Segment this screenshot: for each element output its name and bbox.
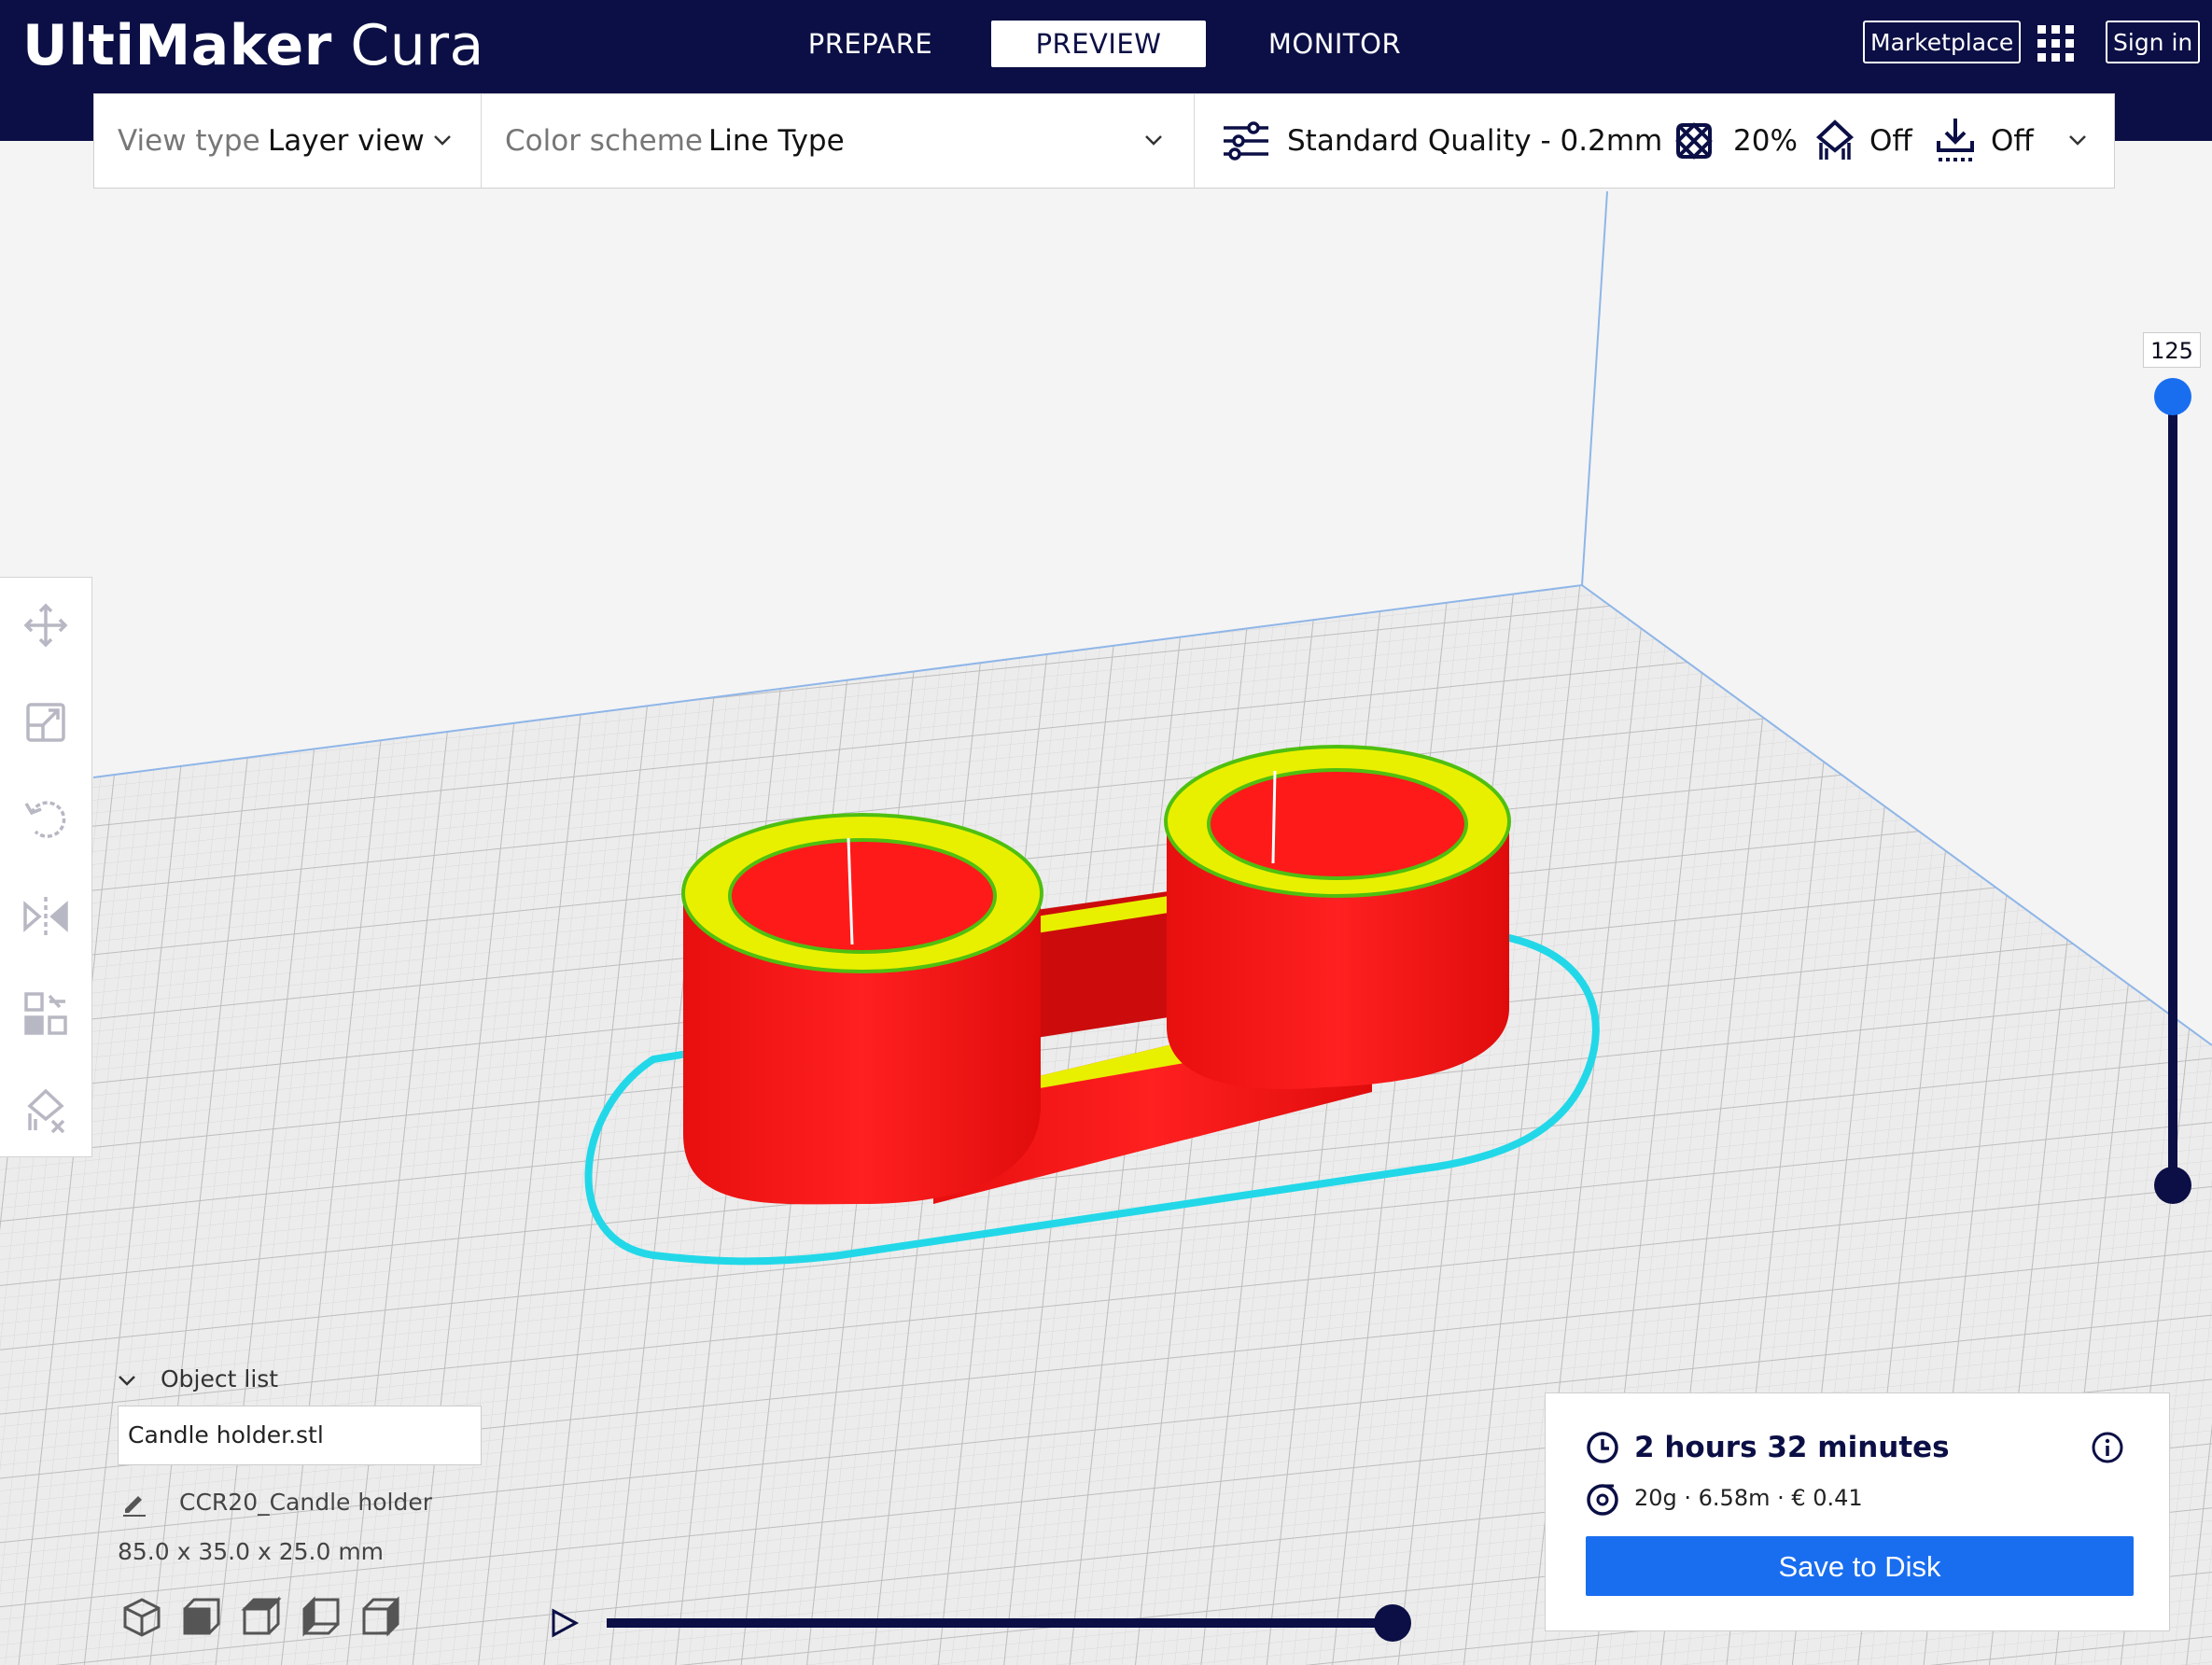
model-left-ring-inner — [728, 838, 997, 954]
top-view-icon[interactable] — [241, 1596, 282, 1637]
object-dimensions: 85.0 x 35.0 x 25.0 mm — [118, 1538, 385, 1565]
pencil-icon[interactable] — [121, 1490, 147, 1517]
chevron-down-icon[interactable] — [432, 130, 453, 150]
rotate-icon[interactable] — [21, 794, 71, 845]
view-settings-toolbar: View type Layer view Color scheme Line T… — [93, 93, 2115, 189]
infill-value[interactable]: 20% — [1733, 124, 1798, 158]
tab-monitor[interactable]: MONITOR — [1237, 21, 1433, 67]
print-summary-panel: 2 hours 32 minutes 20g · 6.58m · € 0.41 … — [1545, 1392, 2170, 1631]
color-scheme-dropdown[interactable]: Line Type — [708, 124, 845, 158]
clock-icon — [1587, 1432, 1618, 1463]
spool-icon — [1587, 1484, 1618, 1516]
infill-icon[interactable] — [1675, 122, 1713, 160]
object-list-item[interactable]: Candle holder.stl — [118, 1406, 482, 1465]
object-name[interactable]: CCR20_Candle holder — [179, 1489, 432, 1516]
right-view-icon[interactable] — [360, 1596, 401, 1637]
path-slider-handle[interactable] — [1374, 1604, 1411, 1642]
material-usage: 20g · 6.58m · € 0.41 — [1634, 1485, 1863, 1511]
build-volume-edge — [1581, 190, 1608, 586]
save-to-disk-button[interactable]: Save to Disk — [1586, 1536, 2134, 1596]
print-time: 2 hours 32 minutes — [1634, 1431, 1950, 1464]
object-list-toggle[interactable]: Object list — [118, 1365, 278, 1392]
marketplace-button[interactable]: Marketplace — [1863, 21, 2022, 63]
tab-prepare[interactable]: PREPARE — [775, 21, 966, 67]
scale-icon[interactable] — [21, 697, 71, 748]
chevron-down-icon[interactable] — [1143, 130, 1164, 150]
current-layer-field[interactable]: 125 — [2143, 332, 2201, 368]
color-scheme-label: Color scheme — [505, 124, 703, 158]
support-blocker-icon[interactable] — [21, 1085, 71, 1136]
apps-grid-icon[interactable] — [2037, 25, 2075, 63]
per-model-settings-icon[interactable] — [21, 988, 71, 1039]
model-seam-right — [1271, 770, 1277, 864]
divider — [481, 94, 482, 188]
app-logo: UltiMaker Cura — [22, 13, 484, 78]
layer-slider-top-handle[interactable] — [2154, 378, 2191, 415]
3d-view-icon[interactable] — [121, 1596, 162, 1637]
sliders-icon[interactable] — [1222, 120, 1270, 161]
object-list-header: Object list — [161, 1365, 279, 1392]
chevron-down-icon[interactable] — [2067, 130, 2088, 150]
chevron-down-icon[interactable] — [118, 1374, 136, 1387]
front-view-icon[interactable] — [181, 1596, 222, 1637]
model-right-ring-inner — [1207, 768, 1468, 880]
tool-sidebar — [0, 577, 92, 1157]
support-icon[interactable] — [1813, 119, 1856, 163]
sign-in-button[interactable]: Sign in — [2106, 21, 2201, 63]
tab-preview[interactable]: PREVIEW — [991, 21, 1206, 67]
view-type-label: View type — [118, 124, 260, 158]
layer-slider-bottom-handle[interactable] — [2154, 1167, 2191, 1204]
divider — [1194, 94, 1195, 188]
print-settings-button[interactable]: Standard Quality - 0.2mm — [1287, 124, 1662, 158]
left-view-icon[interactable] — [301, 1596, 342, 1637]
support-value[interactable]: Off — [1869, 124, 1912, 158]
info-icon[interactable] — [2091, 1431, 2124, 1464]
view-type-dropdown[interactable]: Layer view — [268, 124, 425, 158]
move-icon[interactable] — [21, 600, 71, 651]
adhesion-value[interactable]: Off — [1991, 124, 2034, 158]
adhesion-icon[interactable] — [1935, 117, 1976, 163]
mirror-icon[interactable] — [21, 891, 71, 942]
